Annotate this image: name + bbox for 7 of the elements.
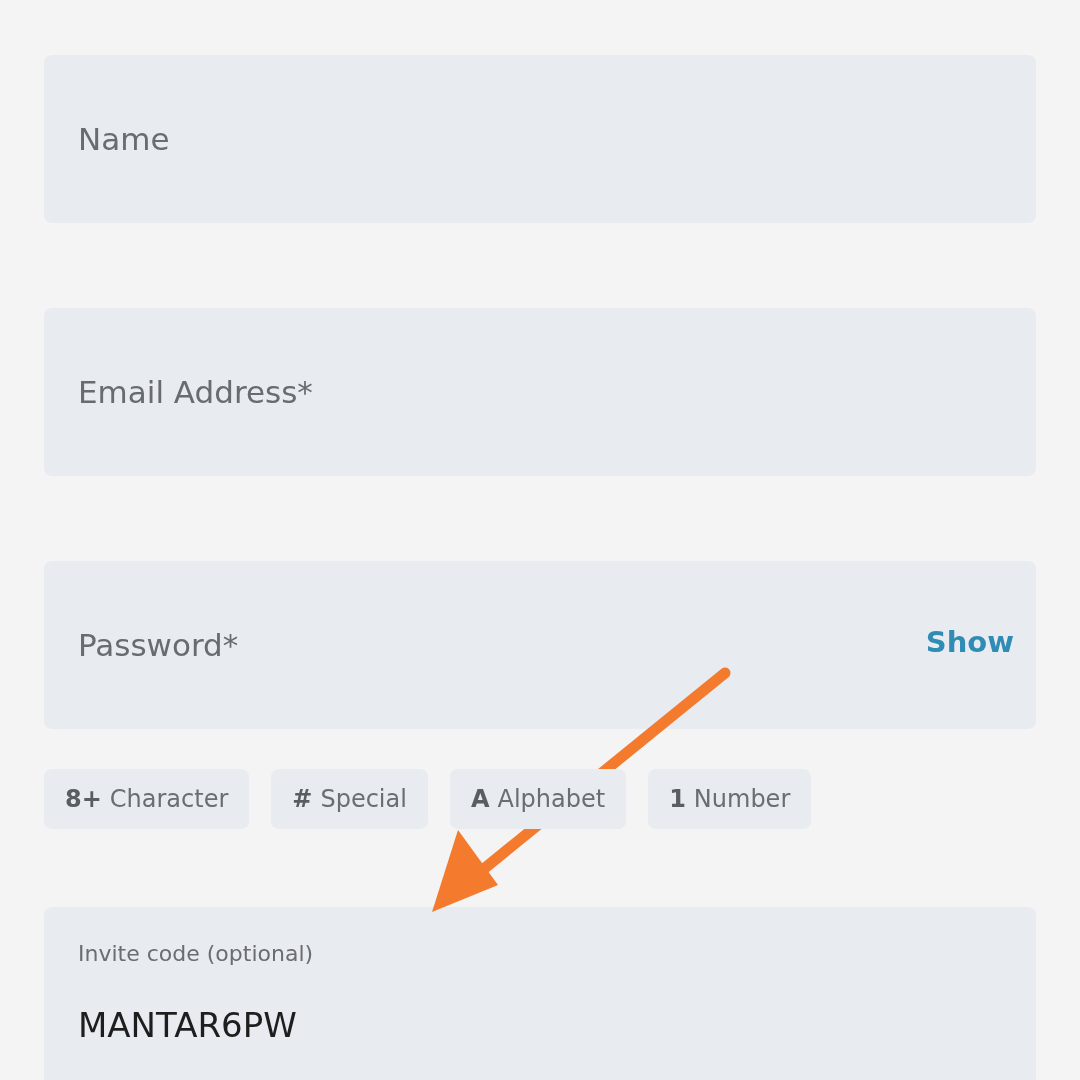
input-field[interactable]: Email Address* (44, 308, 1036, 476)
requirement-tag: # Special (271, 769, 428, 829)
requirement-tag: 1 Number (648, 769, 812, 829)
field-label: Invite code (optional) (78, 941, 314, 966)
input-field[interactable]: Name (44, 55, 1036, 223)
requirement-tag: A Alphabet (449, 769, 627, 829)
requirement-tag: 8+ Character (44, 769, 250, 829)
